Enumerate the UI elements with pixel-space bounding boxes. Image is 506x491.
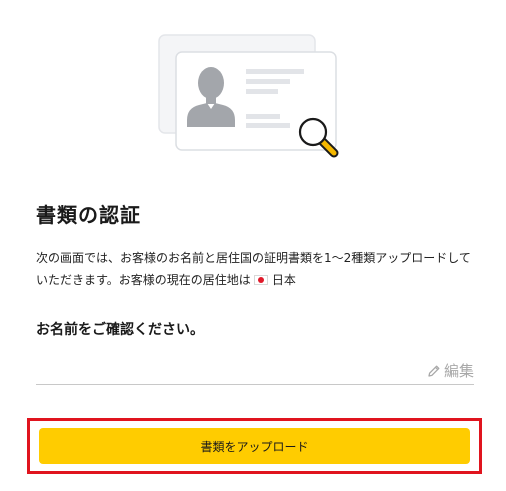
upload-documents-button[interactable]: 書類をアップロード — [39, 428, 470, 464]
pencil-icon — [427, 364, 441, 378]
residence-country: 日本 — [271, 273, 296, 287]
id-card-magnifier-icon — [158, 34, 348, 162]
document-verification-page: 書類の認証 次の画面では、お客様のお名前と居住国の証明書類を1～2種類アップロー… — [0, 0, 506, 491]
japan-flag-icon — [253, 275, 268, 285]
name-confirm-heading: お名前をご確認ください。 — [36, 322, 204, 338]
edit-name-button[interactable]: 編集 — [427, 361, 474, 381]
page-title: 書類の認証 — [36, 203, 141, 227]
edit-label: 編集 — [443, 362, 474, 380]
upload-highlight-frame: 書類をアップロード — [27, 418, 482, 474]
name-field: 編集 — [36, 358, 474, 385]
description-text: 次の画面では、お客様のお名前と居住国の証明書類を1～2種類アップロードしていただ… — [36, 247, 481, 291]
